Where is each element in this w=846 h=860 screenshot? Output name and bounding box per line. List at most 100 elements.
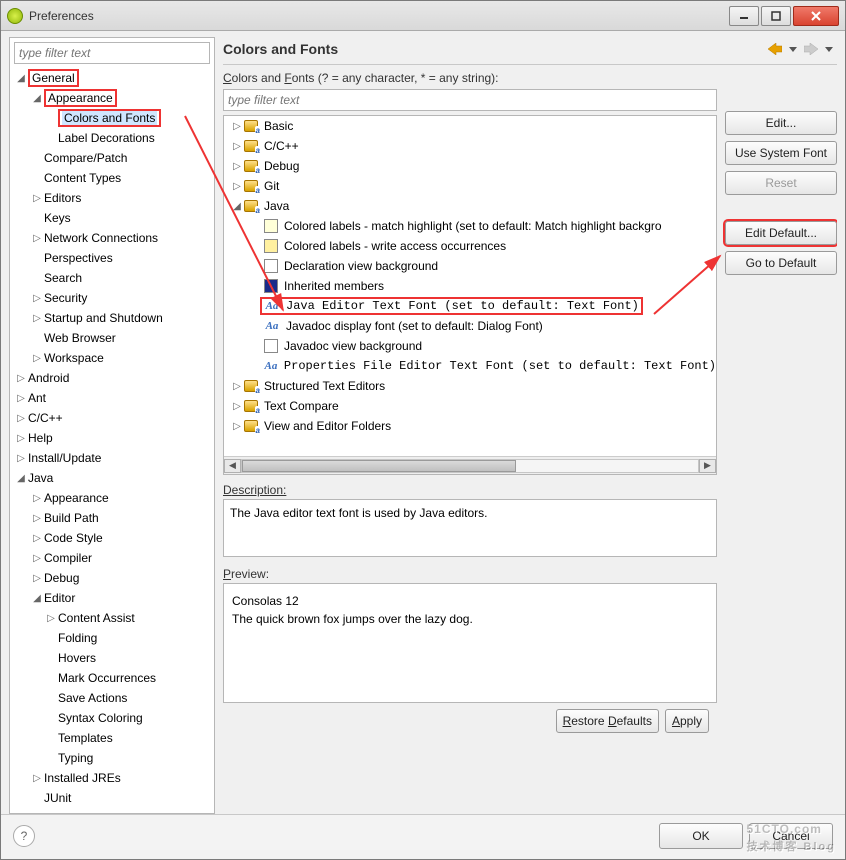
tree-help[interactable]: ▷Help <box>10 428 214 448</box>
cf-tree[interactable]: ▷Basic ▷C/C++ ▷Debug ▷Git ◢Java Colored … <box>224 116 716 456</box>
dropdown-icon[interactable] <box>785 41 801 57</box>
tree-install-update[interactable]: ▷Install/Update <box>10 448 214 468</box>
go-to-default-button[interactable]: Go to Default <box>725 251 837 275</box>
cf-main: Colors and Fonts (? = any character, * =… <box>223 71 717 814</box>
horizontal-scrollbar[interactable]: ◀ ▶ <box>224 456 716 474</box>
tree-security[interactable]: ▷Security <box>10 288 214 308</box>
nav-back-icon[interactable] <box>767 41 783 57</box>
tree-network[interactable]: ▷Network Connections <box>10 228 214 248</box>
collapse-icon: ▷ <box>30 553 44 564</box>
tree-java-buildpath[interactable]: ▷Build Path <box>10 508 214 528</box>
tree-mark-occurrences[interactable]: Mark Occurrences <box>10 668 214 688</box>
cf-basic[interactable]: ▷Basic <box>224 116 716 136</box>
dropdown-icon[interactable] <box>821 41 837 57</box>
collapse-icon: ▷ <box>30 773 44 784</box>
nav-fwd-icon[interactable] <box>803 41 819 57</box>
tree-save-actions[interactable]: Save Actions <box>10 688 214 708</box>
cf-colored-match[interactable]: Colored labels - match highlight (set to… <box>224 216 716 236</box>
scroll-left-icon[interactable]: ◀ <box>224 459 241 473</box>
tree-java-compiler[interactable]: ▷Compiler <box>10 548 214 568</box>
folder-icon <box>244 400 258 412</box>
tree-search[interactable]: Search <box>10 268 214 288</box>
tree-label-decorations[interactable]: Label Decorations <box>10 128 214 148</box>
tree-java-codestyle[interactable]: ▷Code Style <box>10 528 214 548</box>
cf-props-font[interactable]: AaProperties File Editor Text Font (set … <box>224 356 716 376</box>
tree-folding[interactable]: Folding <box>10 628 214 648</box>
cf-git[interactable]: ▷Git <box>224 176 716 196</box>
help-icon[interactable]: ? <box>13 825 35 847</box>
cf-decl-bg[interactable]: Declaration view background <box>224 256 716 276</box>
swatch <box>264 279 278 293</box>
cf-structured[interactable]: ▷Structured Text Editors <box>224 376 716 396</box>
tree-installed-jres[interactable]: ▷Installed JREs <box>10 768 214 788</box>
restore-defaults-button[interactable]: Restore Defaults <box>556 709 659 733</box>
tree-cpp[interactable]: ▷C/C++ <box>10 408 214 428</box>
maximize-button[interactable] <box>761 6 791 26</box>
font-icon: Aa <box>264 320 280 332</box>
tree-syntax-coloring[interactable]: Syntax Coloring <box>10 708 214 728</box>
reset-button[interactable]: Reset <box>725 171 837 195</box>
swatch <box>264 339 278 353</box>
cf-cpp[interactable]: ▷C/C++ <box>224 136 716 156</box>
folder-icon <box>244 120 258 132</box>
tree-perspectives[interactable]: Perspectives <box>10 248 214 268</box>
cf-java-editor-font[interactable]: AaJava Editor Text Font (set to default:… <box>224 296 716 316</box>
tree-java[interactable]: ◢Java <box>10 468 214 488</box>
folder-icon <box>244 160 258 172</box>
minimize-button[interactable] <box>729 6 759 26</box>
app-icon <box>7 8 23 24</box>
restore-apply-row: Restore Defaults Apply <box>223 709 717 733</box>
font-icon: Aa <box>264 300 280 312</box>
tree-general[interactable]: ◢General <box>10 68 214 88</box>
cf-debug[interactable]: ▷Debug <box>224 156 716 176</box>
cf-filter-input[interactable] <box>223 89 717 111</box>
cf-colored-write[interactable]: Colored labels - write access occurrence… <box>224 236 716 256</box>
cf-javadoc-bg[interactable]: Javadoc view background <box>224 336 716 356</box>
tree-keys[interactable]: Keys <box>10 208 214 228</box>
swatch <box>264 259 278 273</box>
tree-typing[interactable]: Typing <box>10 748 214 768</box>
tree-compare-patch[interactable]: Compare/Patch <box>10 148 214 168</box>
expand-icon: ◢ <box>30 593 44 604</box>
tree-startup[interactable]: ▷Startup and Shutdown <box>10 308 214 328</box>
scroll-right-icon[interactable]: ▶ <box>699 459 716 473</box>
collapse-icon: ▷ <box>30 193 44 204</box>
category-tree[interactable]: ◢General ◢Appearance Colors and Fonts La… <box>10 68 214 813</box>
collapse-icon: ▷ <box>44 613 58 624</box>
use-system-font-button[interactable]: Use System Font <box>725 141 837 165</box>
tree-java-appearance[interactable]: ▷Appearance <box>10 488 214 508</box>
ok-button[interactable]: OK <box>659 823 743 849</box>
tree-hovers[interactable]: Hovers <box>10 648 214 668</box>
tree-content-types[interactable]: Content Types <box>10 168 214 188</box>
tree-android[interactable]: ▷Android <box>10 368 214 388</box>
edit-default-button[interactable]: Edit Default... <box>725 221 837 245</box>
tree-java-editor[interactable]: ◢Editor <box>10 588 214 608</box>
tree-content-assist[interactable]: ▷Content Assist <box>10 608 214 628</box>
folder-icon <box>244 420 258 432</box>
cf-java[interactable]: ◢Java <box>224 196 716 216</box>
tree-junit[interactable]: JUnit <box>10 788 214 808</box>
expand-icon: ◢ <box>14 473 28 484</box>
apply-button[interactable]: Apply <box>665 709 709 733</box>
collapse-icon: ▷ <box>30 513 44 524</box>
tree-web-browser[interactable]: Web Browser <box>10 328 214 348</box>
tree-workspace[interactable]: ▷Workspace <box>10 348 214 368</box>
sidebar-filter-input[interactable] <box>14 42 210 64</box>
cf-view-folders[interactable]: ▷View and Editor Folders <box>224 416 716 436</box>
cf-text-compare[interactable]: ▷Text Compare <box>224 396 716 416</box>
tree-colors-and-fonts[interactable]: Colors and Fonts <box>10 108 214 128</box>
edit-button[interactable]: Edit... <box>725 111 837 135</box>
action-buttons-column: Edit... Use System Font Reset Edit Defau… <box>725 71 837 814</box>
scrollbar-thumb[interactable] <box>242 460 516 472</box>
tree-java-debug[interactable]: ▷Debug <box>10 568 214 588</box>
preferences-window: Preferences ◢General ◢Appearance Colors … <box>0 0 846 860</box>
cf-javadoc-font[interactable]: AaJavadoc display font (set to default: … <box>224 316 716 336</box>
close-button[interactable] <box>793 6 839 26</box>
collapse-icon: ▷ <box>30 313 44 324</box>
tree-appearance[interactable]: ◢Appearance <box>10 88 214 108</box>
tree-templates[interactable]: Templates <box>10 728 214 748</box>
tree-ant[interactable]: ▷Ant <box>10 388 214 408</box>
cf-inherited[interactable]: Inherited members <box>224 276 716 296</box>
tree-label: Colors and Fonts <box>62 111 157 125</box>
tree-editors[interactable]: ▷Editors <box>10 188 214 208</box>
